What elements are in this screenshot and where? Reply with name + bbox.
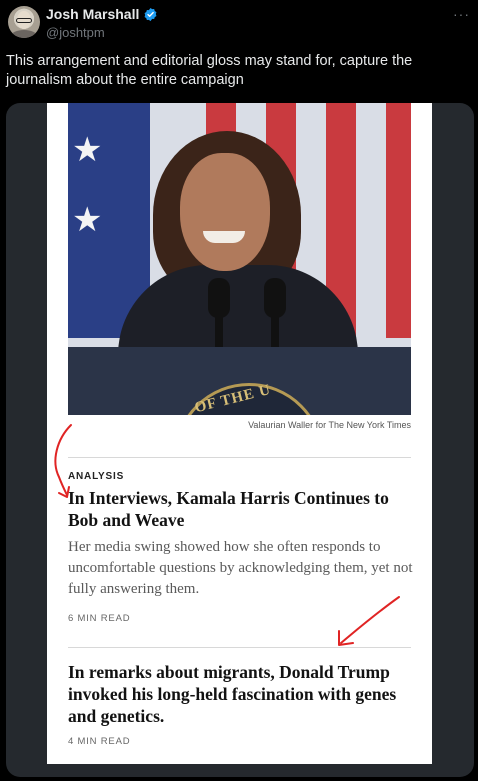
article-screenshot: ★ ★ OF THE U Valaurian Waller for The Ne… xyxy=(47,103,432,764)
divider xyxy=(68,457,411,458)
verified-badge-icon xyxy=(144,7,157,21)
tweet-media[interactable]: ★ ★ OF THE U Valaurian Waller for The Ne… xyxy=(6,103,474,777)
headline-trump[interactable]: In remarks about migrants, Donald Trump … xyxy=(68,661,418,727)
read-time-trump: 4 MIN READ xyxy=(68,736,131,747)
more-options-icon[interactable]: ··· xyxy=(453,6,470,22)
photo-credit: Valaurian Waller for The New York Times xyxy=(248,420,411,430)
avatar[interactable] xyxy=(8,6,40,38)
author-name-row[interactable]: Josh Marshall xyxy=(46,6,158,22)
display-name[interactable]: Josh Marshall xyxy=(46,6,139,22)
article-photo: ★ ★ OF THE U xyxy=(68,103,411,415)
red-arrow-annotation-left xyxy=(54,424,72,498)
red-arrow-annotation-right xyxy=(338,596,400,646)
handle[interactable]: @joshtpm xyxy=(46,25,105,40)
headline-harris[interactable]: In Interviews, Kamala Harris Continues t… xyxy=(68,487,418,531)
tweet-header: Josh Marshall @joshtpm ··· xyxy=(8,6,470,46)
read-time-harris: 6 MIN READ xyxy=(68,613,131,624)
article-summary: Her media swing showed how she often res… xyxy=(68,539,413,597)
tweet-text: This arrangement and editorial gloss may… xyxy=(6,53,413,88)
